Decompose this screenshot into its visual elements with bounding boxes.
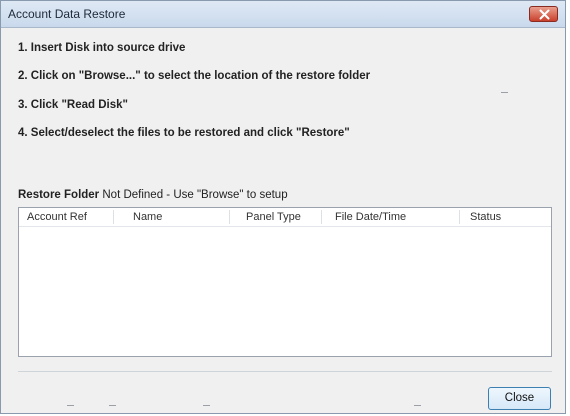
instruction-step-4: 4. Select/deselect the files to be resto… — [18, 127, 350, 139]
column-status[interactable]: Status — [470, 211, 501, 223]
column-divider[interactable] — [459, 210, 460, 224]
decorative-dash — [203, 405, 210, 406]
list-header: Account Ref Name Panel Type File Date/Ti… — [19, 208, 551, 227]
decorative-dash — [414, 405, 421, 406]
restore-file-list[interactable]: Account Ref Name Panel Type File Date/Ti… — [18, 207, 552, 357]
bottom-separator — [18, 371, 552, 372]
instruction-step-3: 3. Click "Read Disk" — [18, 99, 128, 111]
close-icon — [539, 9, 550, 20]
column-divider[interactable] — [321, 210, 322, 224]
instruction-step-1: 1. Insert Disk into source drive — [18, 42, 186, 54]
column-divider[interactable] — [113, 210, 114, 224]
restore-folder-label: Restore Folder — [18, 189, 100, 201]
close-button[interactable]: Close — [488, 387, 551, 410]
column-file-date-time[interactable]: File Date/Time — [335, 211, 406, 223]
window-close-button[interactable] — [529, 6, 558, 22]
account-data-restore-window: Account Data Restore 1. Insert Disk into… — [0, 0, 566, 414]
decorative-dash — [501, 92, 508, 93]
column-name[interactable]: Name — [133, 211, 162, 223]
column-panel-type[interactable]: Panel Type — [246, 211, 301, 223]
column-divider[interactable] — [229, 210, 230, 224]
title-bar[interactable]: Account Data Restore — [1, 1, 565, 28]
decorative-dash — [67, 405, 74, 406]
restore-folder-value: Not Defined - Use "Browse" to setup — [102, 189, 288, 201]
column-account-ref[interactable]: Account Ref — [27, 211, 87, 223]
instruction-step-2: 2. Click on "Browse..." to select the lo… — [18, 70, 371, 82]
restore-folder-line: Restore Folder Not Defined - Use "Browse… — [18, 189, 288, 201]
decorative-dash — [109, 405, 116, 406]
window-title: Account Data Restore — [8, 7, 126, 21]
